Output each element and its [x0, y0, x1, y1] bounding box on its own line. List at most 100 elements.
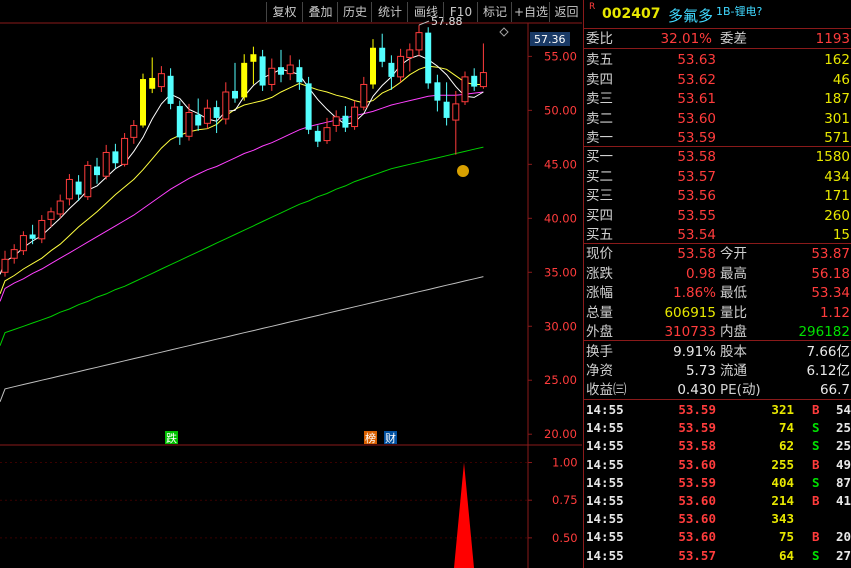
tick-time: 14:55 — [586, 456, 624, 472]
kline-chart[interactable]: 57.36 55.00 50.00 45.00 40.00 35.00 30.00 25.00… — [0, 0, 582, 568]
indicator-spike — [454, 462, 474, 568]
candle-body — [278, 67, 284, 75]
tick-price: 53.59 — [678, 474, 716, 490]
candle-body — [102, 151, 110, 177]
buy-level-row: 买四 53.55 260 — [584, 207, 851, 225]
candle-body — [268, 67, 276, 85]
y-tick-label: 45.00 — [544, 157, 577, 171]
fund-value: 0.430 — [677, 382, 716, 398]
stat-value: 606915 — [664, 304, 716, 321]
buy-volume: 15 — [832, 227, 850, 243]
tick-row: 14:55 53.60 255 B 49 — [584, 456, 851, 474]
sell-price: 53.63 — [677, 52, 716, 68]
toolbar-button[interactable]: 标记 — [477, 2, 512, 22]
buy-price: 53.57 — [677, 168, 716, 185]
candle-body — [406, 49, 414, 58]
toolbar-button[interactable]: 复权 — [266, 2, 302, 22]
fund-value: 7.66亿 — [806, 344, 850, 360]
stock-tag[interactable]: 1B-锂电? — [716, 3, 762, 19]
toolbar-button[interactable]: 叠加 — [302, 2, 338, 22]
tick-price: 53.57 — [678, 547, 716, 563]
tick-volume: 64 — [778, 547, 794, 563]
tick-row: 14:55 53.59 74 S 25 — [584, 419, 851, 437]
candle-body — [29, 234, 36, 239]
candle-body — [130, 124, 138, 138]
tick-volume: 214 — [771, 493, 794, 508]
tick-volume: 321 — [771, 402, 794, 417]
candle-body — [232, 90, 238, 99]
stat-row: 现价 53.58 今开 53.87 — [584, 245, 851, 263]
candle-body — [452, 103, 460, 121]
chart-area[interactable]: 57.36 55.00 50.00 45.00 40.00 35.00 30.00 25.00… — [0, 0, 582, 568]
candle-body — [84, 164, 92, 198]
panel-separator — [584, 399, 851, 400]
tick-side: B — [812, 493, 820, 508]
candle-body — [461, 76, 469, 103]
tick-price: 53.59 — [678, 402, 716, 417]
tick-price: 53.58 — [678, 438, 716, 454]
sell-label: 卖二 — [586, 110, 613, 127]
weibi-label: 委比 — [586, 31, 613, 47]
candle-body — [38, 219, 46, 240]
y-tick-label: 20.00 — [544, 427, 577, 441]
sell-label: 卖三 — [586, 91, 613, 107]
sell-level-row: 卖四 53.62 46 — [584, 71, 851, 89]
stock-header: R 002407 多氟多 1B-锂电? — [584, 0, 851, 28]
buy-label: 买四 — [586, 207, 613, 224]
buy-label: 买一 — [586, 149, 613, 165]
toolbar-button[interactable]: 统计 — [371, 2, 408, 22]
sell-price: 53.61 — [677, 91, 716, 107]
stat-value: 296182 — [798, 324, 850, 340]
y-tick-label: 40.00 — [544, 211, 577, 225]
tick-side: S — [812, 547, 820, 563]
panel-separator — [584, 48, 851, 49]
ma120-line — [0, 276, 484, 402]
y-tick-label: 25.00 — [544, 373, 577, 387]
weibi-row: 委比 32.01% 委差 1193 — [584, 30, 851, 48]
buy-label: 买五 — [586, 227, 613, 243]
toolbar-button[interactable]: 返回 — [549, 2, 583, 22]
stat-value: 53.58 — [677, 246, 716, 262]
toolbar-button[interactable]: +自选 — [511, 2, 550, 22]
candle-body — [323, 127, 331, 142]
buy-volume: 1580 — [815, 149, 850, 165]
sell-volume: 162 — [824, 52, 850, 68]
panel-separator — [584, 28, 851, 29]
buy-level-row: 买二 53.57 434 — [584, 168, 851, 186]
tick-time: 14:55 — [586, 438, 624, 454]
candle-body — [1, 258, 9, 273]
candle-body — [314, 130, 321, 142]
fund-label: 股本 — [720, 344, 747, 360]
tick-count: 20 — [836, 529, 851, 545]
stat-value: 56.18 — [811, 265, 850, 282]
stat-row: 总量 606915 量比 1.12 — [584, 304, 851, 322]
toolbar-button[interactable]: 历史 — [337, 2, 372, 22]
candle-body — [149, 77, 156, 89]
buy-price: 53.56 — [677, 188, 716, 204]
candle-body — [370, 47, 376, 85]
tick-price: 53.60 — [678, 456, 716, 472]
stat-value: 0.98 — [685, 265, 716, 282]
fundamental-row: 收益㈢ 0.430 PE(动) 66.7 — [584, 381, 851, 399]
toolbar-button[interactable]: 画线 — [407, 2, 444, 22]
r-badge: R — [589, 2, 596, 12]
stat-label: 外盘 — [586, 324, 613, 340]
tick-side: B — [812, 529, 820, 545]
candle-body — [332, 116, 340, 126]
candle-body — [471, 75, 478, 87]
tick-price: 53.59 — [678, 420, 716, 436]
tick-row: 14:55 53.58 62 S 25 — [584, 437, 851, 455]
event-marker: 榜 — [365, 431, 376, 445]
candle-body — [19, 235, 27, 252]
tick-time: 14:55 — [586, 474, 624, 490]
fund-value: 66.7 — [819, 382, 850, 398]
sell-label: 卖一 — [586, 130, 613, 146]
toolbar-button[interactable]: F10 — [443, 2, 478, 22]
sell-label: 卖五 — [586, 52, 613, 68]
stat-value: 310733 — [664, 324, 716, 340]
tick-volume: 74 — [778, 420, 794, 436]
stock-name[interactable]: 多氟多 — [668, 5, 713, 26]
tick-count: 27 — [836, 547, 851, 563]
candle-body — [203, 107, 211, 124]
buy-price: 53.58 — [677, 149, 716, 165]
